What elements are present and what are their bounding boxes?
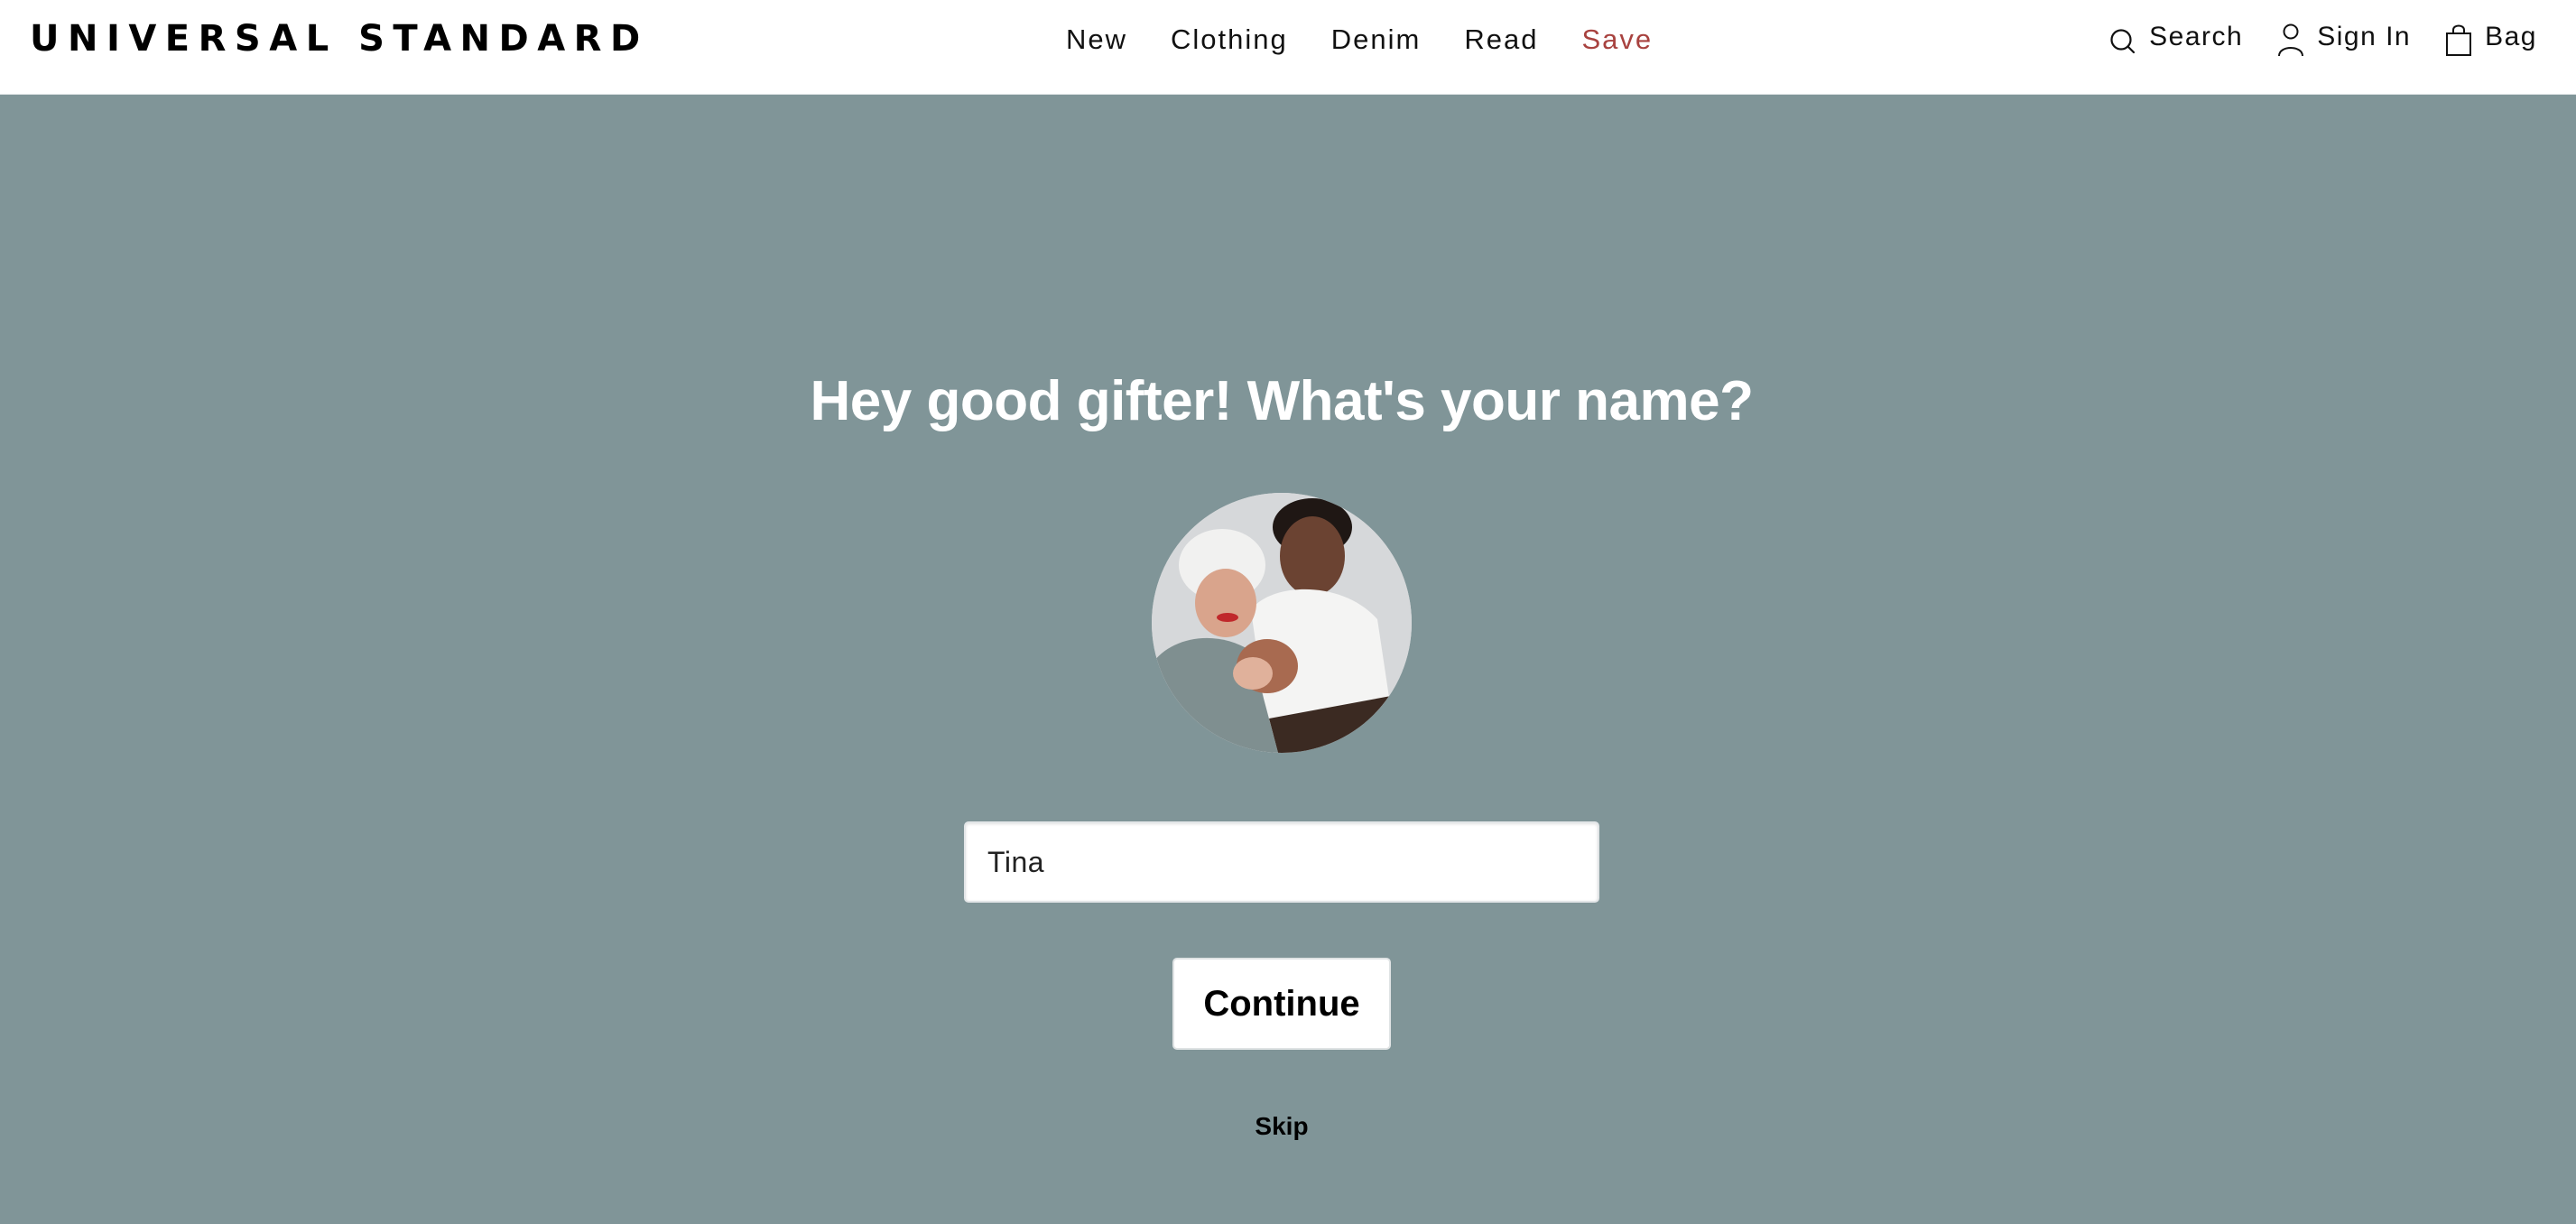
- shopping-bag-icon: [2445, 22, 2485, 58]
- bag-label: Bag: [2485, 22, 2537, 51]
- skip-link[interactable]: Skip: [0, 1108, 2563, 1145]
- search-button[interactable]: Search: [2109, 16, 2243, 58]
- main-nav: New Clothing Denim Read Save: [1066, 20, 1653, 60]
- header-utilities: Search Sign In Bag: [2109, 16, 2537, 58]
- nav-item-read[interactable]: Read: [1464, 20, 1538, 60]
- name-input[interactable]: [964, 821, 1599, 903]
- nav-item-new[interactable]: New: [1066, 20, 1127, 60]
- nav-item-denim[interactable]: Denim: [1331, 20, 1422, 60]
- continue-button[interactable]: Continue: [1172, 958, 1391, 1050]
- search-label: Search: [2149, 22, 2244, 51]
- brand-logo[interactable]: UNIVERSAL STANDARD: [30, 17, 649, 60]
- search-icon: [2109, 27, 2149, 58]
- gift-hero-image: [1152, 493, 1412, 753]
- site-header: UNIVERSAL STANDARD New Clothing Denim Re…: [0, 0, 2576, 95]
- nav-item-save[interactable]: Save: [1581, 20, 1653, 60]
- sign-in-label: Sign In: [2317, 22, 2412, 51]
- nav-item-clothing[interactable]: Clothing: [1171, 20, 1288, 60]
- page-title: Hey good gifter! What's your name?: [810, 370, 1754, 432]
- bag-button[interactable]: Bag: [2445, 16, 2537, 58]
- sign-in-button[interactable]: Sign In: [2277, 16, 2411, 58]
- user-icon: [2277, 23, 2317, 58]
